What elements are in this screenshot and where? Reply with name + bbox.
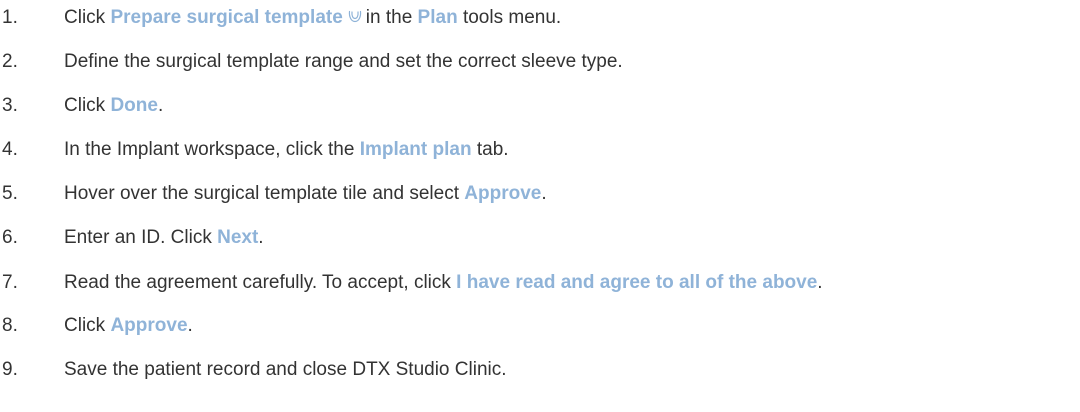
step-text-segment: Read the agreement carefully. To accept,…	[64, 272, 457, 293]
step-text: Click Approve.	[64, 315, 193, 337]
step-number: 9.	[2, 359, 18, 380]
step-text-segment: Enter an ID. Click	[64, 227, 218, 248]
step-item: 7. Read the agreement carefully. To accep…	[0, 268, 823, 298]
step-text: Hover over the surgical template tile an…	[64, 183, 547, 205]
surgical-template-icon	[343, 7, 366, 28]
ui-term: Next	[217, 227, 259, 248]
step-item: 6. Enter an ID. Click Next.	[0, 223, 264, 253]
step-item: 2. Define the surgical template range and…	[0, 47, 623, 77]
step-text-segment: .	[187, 315, 193, 336]
ui-term: I have read and agree to all of the abov…	[456, 272, 818, 293]
ui-term: Approve	[110, 315, 188, 336]
step-text-segment: .	[157, 95, 164, 116]
step-number: 2.	[2, 51, 18, 72]
step-text: Click Prepare surgical template in the Pl…	[64, 7, 561, 29]
step-text: Click Done.	[64, 95, 163, 117]
step-text: Read the agreement carefully. To accept,…	[64, 272, 823, 294]
step-number: 3.	[2, 95, 18, 116]
step-item: 3. Click Done.	[0, 91, 163, 121]
step-text: Save the patient record and close DTX St…	[64, 359, 507, 381]
step-text: Enter an ID. Click Next.	[64, 227, 264, 249]
step-number: 4.	[2, 139, 18, 160]
step-text-segment: Click	[64, 95, 111, 116]
step-item: 5. Hover over the surgical template tile …	[0, 179, 547, 209]
ui-term: Approve	[464, 183, 542, 204]
ui-term: Plan	[417, 7, 458, 28]
step-item: 9. Save the patient record and close DTX …	[0, 355, 507, 385]
step-text-segment: Hover over the surgical template tile an…	[64, 183, 465, 204]
step-text-segment: Click	[64, 7, 111, 28]
step-item: 4. In the Implant workspace, click the Im…	[0, 135, 509, 165]
step-text-segment: tools menu.	[457, 7, 562, 28]
step-item: 1. Click Prepare surgical template in the …	[0, 3, 561, 33]
step-text-segment: Save the patient record and close DTX St…	[64, 359, 507, 380]
step-text-segment: .	[258, 227, 264, 248]
ui-term: Implant plan	[359, 139, 472, 160]
step-text: In the Implant workspace, click the Impl…	[64, 139, 509, 161]
step-text: Define the surgical template range and s…	[64, 51, 623, 73]
step-number: 6.	[2, 227, 18, 248]
step-text-segment: In the Implant workspace, click the	[64, 139, 360, 160]
step-text-segment: .	[541, 183, 547, 204]
step-number: 1.	[2, 7, 18, 28]
step-number: 7.	[2, 272, 18, 293]
step-text-segment: Define the surgical template range and s…	[64, 51, 623, 72]
step-number: 5.	[2, 183, 18, 204]
ui-term: Done	[110, 95, 158, 116]
ui-term: Prepare surgical template	[110, 7, 343, 28]
step-item: 8. Click Approve.	[0, 311, 193, 341]
step-number: 8.	[2, 315, 18, 336]
step-text-segment: in the	[365, 7, 418, 28]
step-text-segment: .	[817, 272, 823, 293]
step-text-segment: tab.	[471, 139, 509, 160]
step-text-segment: Click	[64, 315, 111, 336]
